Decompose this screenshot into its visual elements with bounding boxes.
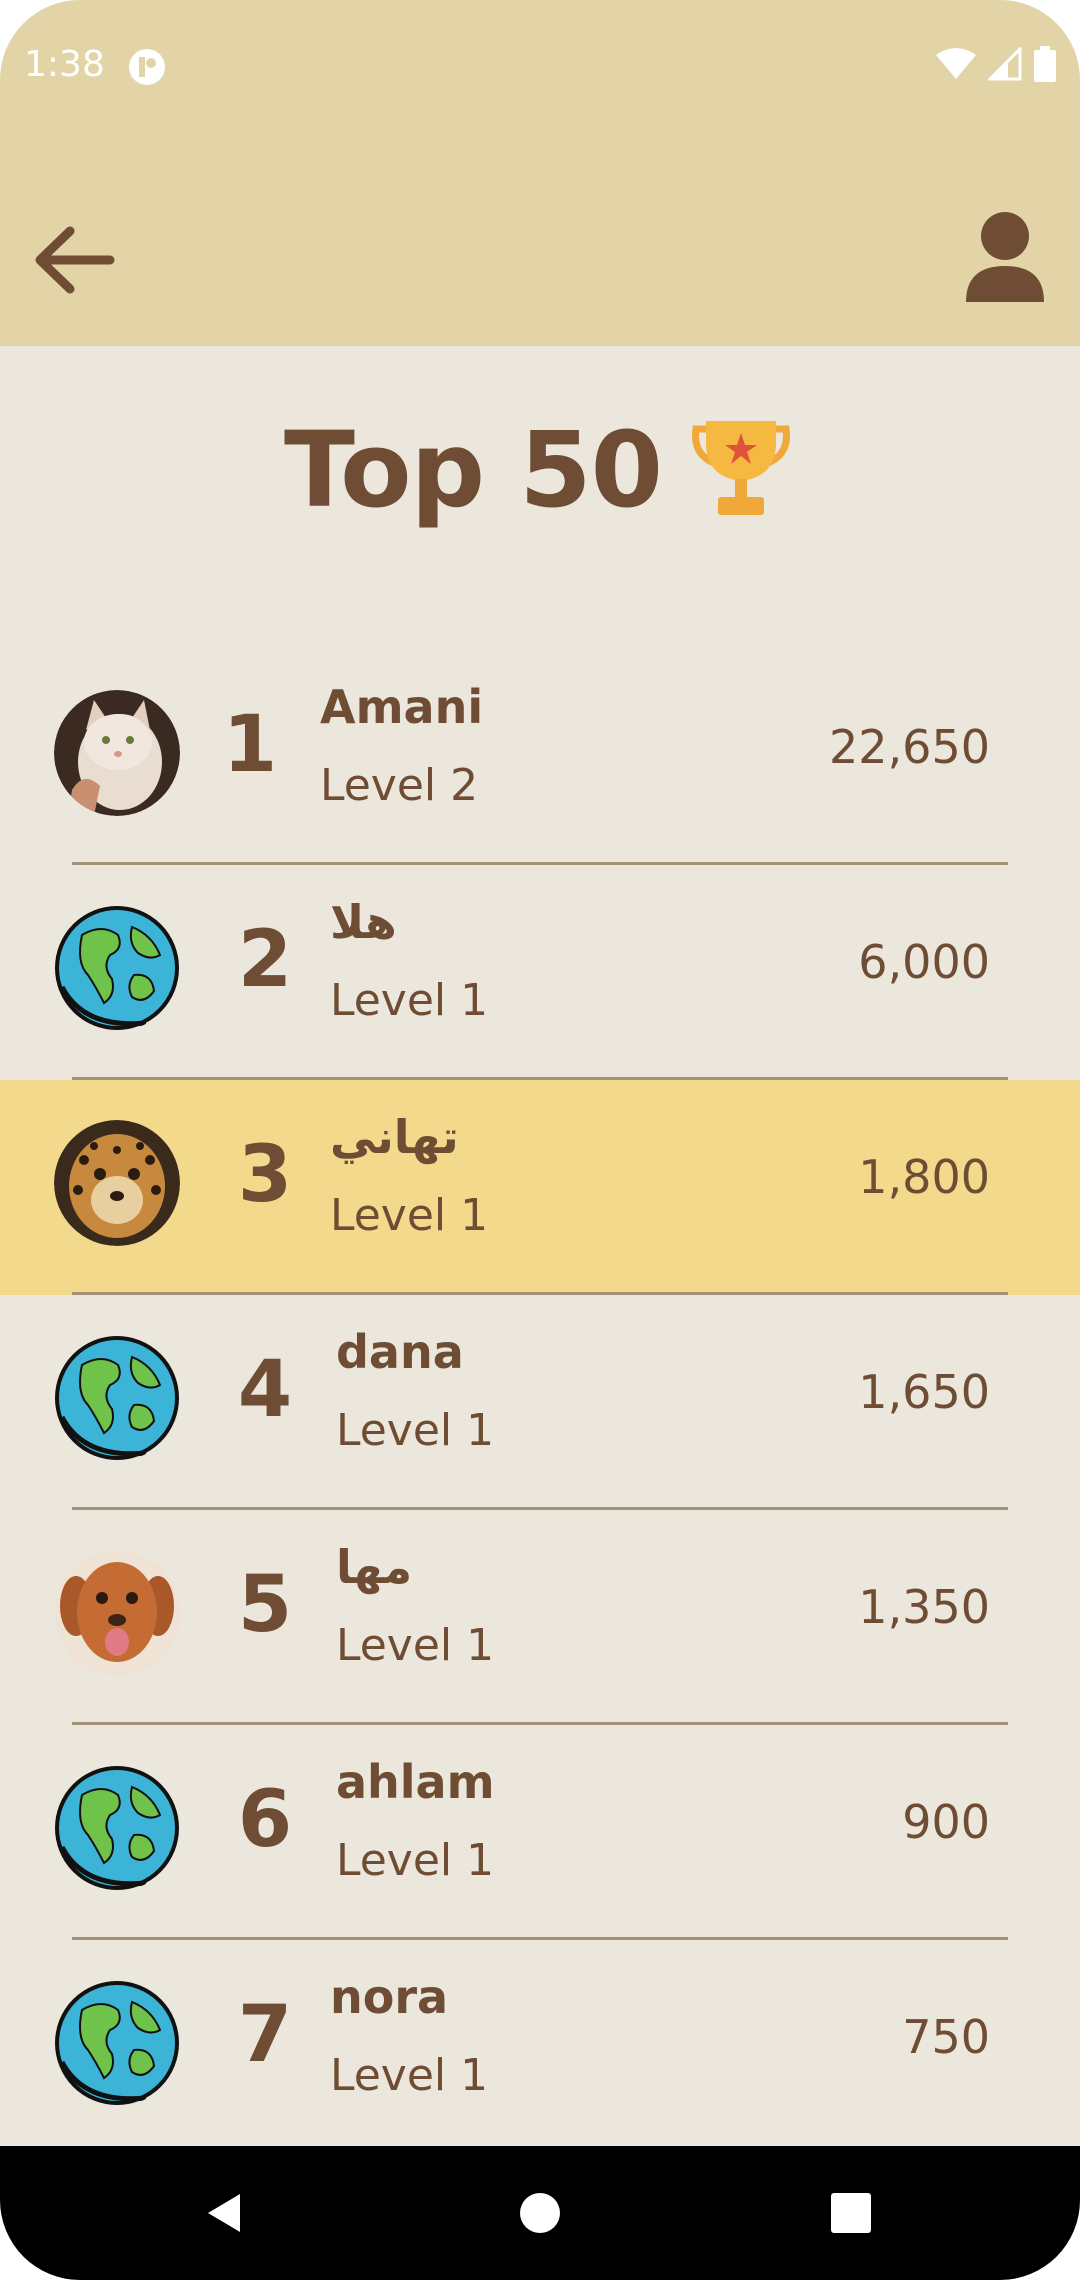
leaderboard-row[interactable]: 1 Amani Level 2 22,650 <box>0 650 1080 865</box>
status-icons <box>936 46 1056 82</box>
wifi-icon <box>936 48 976 79</box>
leopard-avatar <box>54 1120 180 1246</box>
leaderboard-row[interactable]: 2 هلا Level 1 6,000 <box>0 865 1080 1080</box>
player-score: 1,650 <box>858 1365 990 1419</box>
player-score: 1,350 <box>858 1580 990 1634</box>
player-level: Level 1 <box>336 1835 495 1886</box>
leaderboard-row[interactable]: 4 dana Level 1 1,650 <box>0 1295 1080 1510</box>
leaderboard-row[interactable]: 7 nora Level 1 750 <box>0 1940 1080 2155</box>
page-title: Top 50 <box>284 409 663 531</box>
rank-number: 3 <box>237 1130 293 1220</box>
arrow-left-icon[interactable] <box>30 215 120 305</box>
player-name: nora <box>330 1970 449 2024</box>
player-name: هلا <box>330 895 397 949</box>
player-score: 900 <box>902 1795 990 1849</box>
globe-icon <box>55 906 179 1030</box>
person-icon[interactable] <box>960 210 1050 305</box>
app-screen: 1:38 Top 50 1 Amani Level 2 22,650 2 هلا… <box>0 0 1080 2280</box>
player-name: تهاني <box>330 1110 459 1164</box>
app-bar <box>0 140 1080 346</box>
leaderboard-list: 1 Amani Level 2 22,650 2 هلا Level 1 6,0… <box>0 650 1080 2155</box>
leaderboard-row-current-user[interactable]: 3 تهاني Level 1 1,800 <box>0 1080 1080 1295</box>
nav-home-icon[interactable] <box>515 2188 565 2238</box>
globe-icon <box>55 1766 179 1890</box>
dog-avatar <box>54 1550 180 1676</box>
globe-icon <box>55 1336 179 1460</box>
rank-number: 2 <box>237 915 293 1005</box>
rank-number: 7 <box>237 1990 293 2080</box>
signal-icon <box>988 47 1022 81</box>
nav-recents-icon[interactable] <box>828 2190 874 2236</box>
player-score: 1,800 <box>858 1150 990 1204</box>
leaderboard-row[interactable]: 6 ahlam Level 1 900 <box>0 1725 1080 1940</box>
globe-icon <box>55 1981 179 2105</box>
nav-back-icon[interactable] <box>200 2188 250 2238</box>
trophy-icon <box>691 421 790 515</box>
player-level: Level 1 <box>336 1620 495 1671</box>
status-time: 1:38 <box>24 44 105 85</box>
rank-number: 5 <box>237 1560 293 1650</box>
rank-number: 1 <box>222 700 278 790</box>
player-level: Level 1 <box>330 1190 489 1241</box>
rank-number: 4 <box>237 1345 293 1435</box>
leaderboard-row[interactable]: 5 مها Level 1 1,350 <box>0 1510 1080 1725</box>
cat-avatar <box>54 690 180 816</box>
player-score: 6,000 <box>858 935 990 989</box>
player-level: Level 2 <box>320 760 479 811</box>
status-bar: 1:38 <box>0 0 1080 140</box>
player-level: Level 1 <box>330 975 489 1026</box>
player-level: Level 1 <box>336 1405 495 1456</box>
player-name: ahlam <box>336 1755 495 1809</box>
system-nav-bar <box>0 2146 1080 2280</box>
player-name: dana <box>336 1325 464 1379</box>
player-name: Amani <box>320 680 484 734</box>
player-name: مها <box>336 1540 413 1594</box>
player-score: 750 <box>902 2010 990 2064</box>
app-notification-icon <box>129 49 165 85</box>
battery-icon <box>1034 46 1056 82</box>
player-score: 22,650 <box>829 720 990 774</box>
title-section: Top 50 <box>0 400 1080 540</box>
rank-number: 6 <box>237 1775 293 1865</box>
player-level: Level 1 <box>330 2050 489 2101</box>
